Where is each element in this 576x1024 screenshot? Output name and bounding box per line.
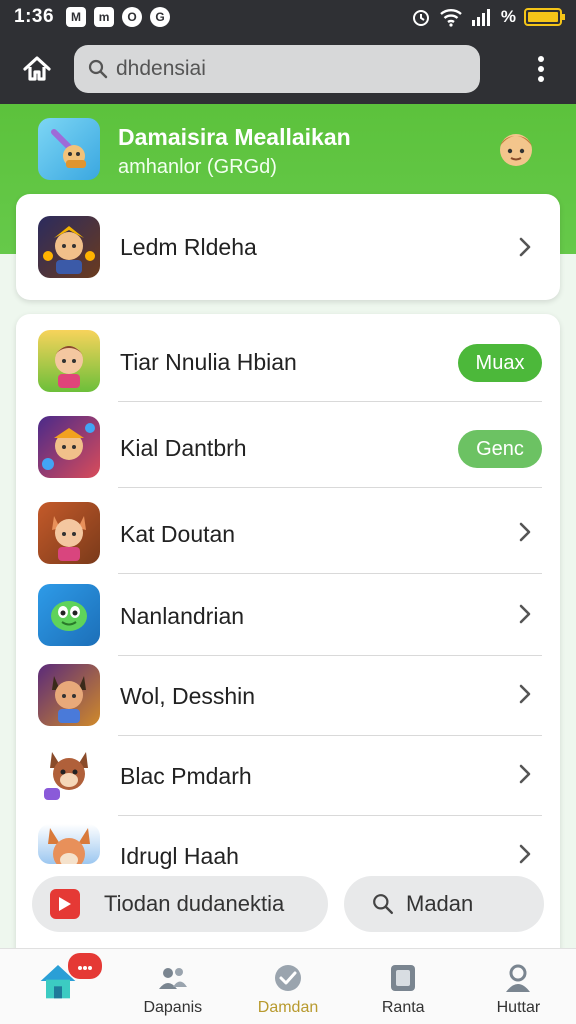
nav-label: Dapanis [143, 999, 203, 1016]
app-notification-icon: m [94, 7, 115, 27]
notification-icons: M m O G [66, 7, 171, 27]
nav-ranta[interactable]: Ranta [346, 949, 461, 1024]
bottom-navigation: Dapanis Damdan Ranta Huttar [0, 948, 576, 1024]
list-item-icon [38, 744, 100, 806]
more-vert-icon [538, 56, 544, 82]
search-text: dhdensiai [116, 57, 206, 80]
search-icon [88, 59, 108, 79]
chevron-right-icon [519, 844, 531, 864]
divider [118, 487, 542, 488]
fox-character-icon [44, 752, 88, 800]
more-options-button[interactable] [506, 34, 576, 104]
chevron-right-icon [519, 237, 531, 257]
list-item-label: Tiar Nnulia Hbian [120, 349, 297, 375]
featured-app-icon [38, 216, 100, 278]
nav-label: Damdan [257, 999, 319, 1016]
chevron-right-icon [519, 604, 531, 624]
nav-dapanis[interactable]: Dapanis [115, 949, 230, 1024]
home-icon [23, 56, 51, 81]
play-icon [50, 889, 80, 919]
character-sword-icon [51, 129, 86, 168]
list-item[interactable]: Kat Doutan [16, 490, 560, 574]
list-item[interactable]: Nanlandrian [16, 572, 560, 656]
chat-badge-icon [68, 953, 102, 979]
video-button-label: Tiodan dudanektia [104, 891, 285, 916]
warrior-icon [43, 226, 95, 274]
list-item-icon [38, 416, 100, 478]
video-button[interactable]: Tiodan dudanektia [32, 876, 328, 932]
chevron-right-icon [519, 764, 531, 784]
list-item[interactable]: Tiar Nnulia Hbian Muax [16, 318, 560, 402]
header-app-icon[interactable] [38, 118, 100, 180]
search-input[interactable]: dhdensiai [74, 45, 480, 93]
list-item-icon [38, 584, 100, 646]
green-creature-icon [51, 601, 87, 631]
battery-icon [524, 8, 565, 26]
girl-character-icon [54, 346, 84, 388]
chevron-right-icon [519, 522, 531, 542]
list-item-icon [38, 824, 100, 864]
list-item-icon [38, 664, 100, 726]
list-item-label: Wol, Desshin [120, 683, 256, 709]
top-app-bar: dhdensiai [0, 34, 576, 104]
divider [118, 401, 542, 402]
list-item-label: Blac Pmdarh [120, 763, 252, 789]
app-list: Tiar Nnulia Hbian Muax Kial Dantbrh Genc… [16, 314, 560, 954]
list-item-label: Kial Dantbrh [120, 435, 247, 461]
status-time: 1:36 [14, 6, 55, 27]
list-item[interactable]: Wol, Desshin [16, 652, 560, 736]
list-item[interactable]: Kial Dantbrh Genc [16, 404, 560, 488]
check-heart-icon [275, 965, 301, 991]
chevron-right-icon [519, 684, 531, 704]
battery-fill [528, 12, 558, 22]
nav-label: Huttar [496, 999, 541, 1016]
fox-face-icon [48, 828, 90, 864]
nav-damdan[interactable]: Damdan [230, 949, 345, 1024]
users-icon [158, 968, 187, 989]
list-item-label: Nanlandrian [120, 603, 245, 629]
nav-home[interactable] [0, 949, 115, 1024]
list-item-label: Kat Doutan [120, 521, 236, 547]
list-item-icon [38, 330, 100, 392]
search-button-label: Madan [406, 891, 474, 916]
avatar-icon[interactable] [492, 124, 540, 172]
nav-label: Ranta [381, 999, 425, 1016]
home-button[interactable] [0, 34, 74, 104]
list-item-icon [38, 502, 100, 564]
bottom-actions: Tiodan dudanektia Madan [32, 876, 560, 932]
header-subtitle: amhanlor (GRGd) [118, 156, 277, 178]
battery-percent: % [500, 7, 516, 26]
list-item[interactable]: Blac Pmdarh [16, 732, 560, 816]
featured-label: Ledm Rldeha [120, 234, 257, 260]
featured-item[interactable]: Ledm Rldeha [16, 194, 560, 300]
tablet-icon [391, 965, 416, 991]
search-icon [373, 894, 394, 915]
header-title: Damaisira Meallaikan [118, 124, 351, 150]
search-button[interactable]: Madan [344, 876, 544, 932]
status-right: % [411, 7, 565, 27]
cat-girl-icon [52, 676, 86, 723]
alarm-icon [412, 10, 429, 26]
signal-icon [471, 9, 490, 26]
g-notification-icon: G [150, 7, 171, 27]
status-bar: 1:36 M m O G % [0, 0, 576, 34]
profile-icon [506, 964, 531, 992]
fox-girl-icon [52, 516, 86, 561]
nav-huttar[interactable]: Huttar [461, 949, 576, 1024]
circle-notification-icon: O [122, 7, 143, 27]
gmail-notification-icon: M [66, 7, 87, 27]
hero-character-icon [42, 423, 95, 470]
status-pill[interactable]: Genc [458, 430, 542, 468]
list-item-label: Idrugl Haah [120, 843, 239, 869]
status-pill[interactable]: Muax [458, 344, 542, 382]
wifi-icon [440, 9, 462, 27]
